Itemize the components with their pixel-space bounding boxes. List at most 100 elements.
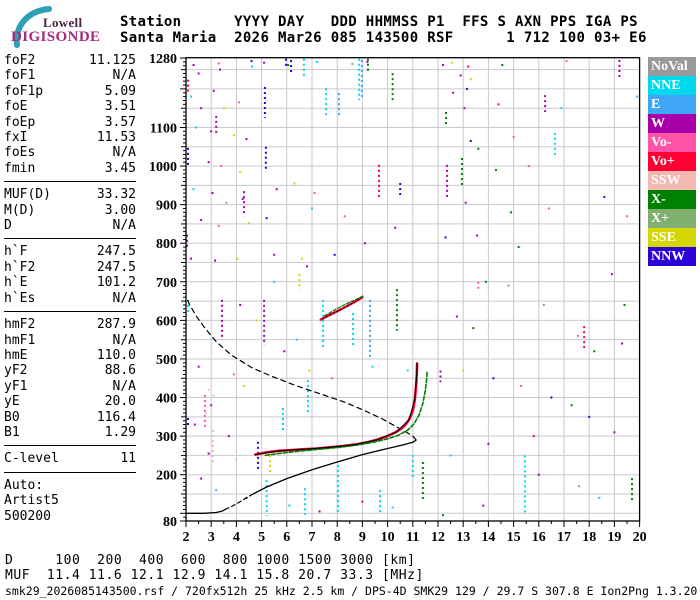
echo-dot (212, 89, 215, 92)
echo-dot (613, 431, 616, 434)
y-axis-label: 700 (156, 276, 177, 291)
y-axis-label: 800 (156, 237, 177, 252)
x-axis-label: 17 (557, 530, 571, 545)
echo-dot (510, 211, 513, 214)
echo-dot (305, 265, 308, 268)
echo-dot (547, 207, 550, 210)
echo-dot (211, 192, 214, 195)
echo-dot (517, 246, 520, 249)
echo-dot (351, 62, 354, 65)
echo-dot (295, 338, 298, 341)
echo-dot (343, 215, 346, 218)
echo-dot (455, 315, 458, 318)
echo-dot (200, 219, 203, 222)
echo-dot (232, 134, 235, 137)
echo-dot (501, 63, 504, 66)
y-axis-label: 600 (156, 314, 177, 329)
echo-dot (237, 101, 240, 104)
echo-dot (565, 60, 568, 63)
echo-dot (570, 404, 573, 407)
echo-dot (192, 188, 195, 191)
profile-topside-dashed-curve (185, 297, 417, 441)
echo-dot (255, 319, 258, 322)
second-hop-x-curve (323, 295, 365, 317)
echo-dot (459, 74, 462, 77)
echo-dot (210, 404, 213, 407)
y-axis-label: 400 (156, 392, 177, 407)
echo-dot (245, 138, 248, 141)
echo-dot (576, 334, 579, 337)
echo-dot (463, 107, 466, 110)
echo-dot (193, 423, 196, 426)
echo-dot (497, 103, 500, 106)
echo-dot (482, 504, 485, 507)
x-axis-label: 10 (381, 530, 395, 545)
echo-dot (623, 303, 626, 306)
echo-dot (363, 242, 366, 245)
x-axis-label: 14 (481, 530, 495, 545)
echo-dot (472, 327, 475, 330)
x-axis-label: 2 (183, 530, 190, 545)
echo-dot (236, 257, 239, 260)
y-axis-label: 1280 (149, 52, 177, 67)
echo-dot (219, 68, 222, 71)
echo-dot (492, 377, 495, 380)
echo-dot (220, 165, 223, 168)
echo-dot (467, 65, 470, 68)
echo-dot (462, 369, 465, 372)
echo-dot (484, 280, 487, 283)
echo-dot (273, 253, 276, 256)
y-axis-label: 900 (156, 199, 177, 214)
x-axis-label: 7 (309, 530, 316, 545)
echo-dot (195, 126, 198, 129)
echo-dot (603, 195, 606, 198)
ionogram-viewer: Lowell DIGISONDE Station YYYY DAY DDD HH… (0, 0, 700, 600)
echo-dot (288, 504, 291, 507)
profile-E-solid-curve (185, 508, 226, 514)
x-axis-label: 8 (334, 530, 341, 545)
echo-dot (442, 63, 445, 66)
echo-dot (391, 506, 394, 509)
echo-dot (512, 136, 515, 139)
echo-dot (212, 394, 215, 397)
echo-dot (265, 217, 268, 220)
echo-dot (636, 95, 639, 98)
echo-dot (537, 473, 540, 476)
profile-valley-dashed-curve (224, 494, 253, 510)
echo-dot (620, 342, 623, 345)
echo-dot (520, 384, 523, 387)
x-axis-label: 3 (208, 530, 215, 545)
x-axis-label: 16 (532, 530, 546, 545)
echo-dot (275, 188, 278, 191)
ionogram-plot: 1280 1100 1000 900 800 700 600 500 400 300 200 80 2 3… (149, 52, 647, 545)
echo-dot (239, 303, 242, 306)
echo-dot (225, 201, 228, 204)
echo-dot (476, 234, 479, 237)
echo-dot (316, 60, 319, 63)
echo-dot (293, 182, 296, 185)
y-axis-label: 80 (163, 515, 177, 530)
echo-dot (610, 273, 613, 276)
echo-dot (215, 489, 218, 492)
echo-dot (494, 168, 497, 171)
echo-dot (207, 452, 210, 455)
x-axis-label: 13 (456, 530, 470, 545)
x-axis-label: 18 (582, 530, 596, 545)
echo-dot (465, 87, 468, 90)
echo-dot (192, 63, 195, 66)
echo-dot (442, 514, 445, 517)
echo-dot (283, 350, 286, 353)
echo-dot (532, 435, 535, 438)
echo-dot (235, 458, 238, 461)
echo-dot (527, 165, 530, 168)
distance-row: D 100 200 400 600 800 1000 1500 3000 [km… (5, 553, 416, 568)
echo-dot (241, 197, 244, 200)
echo-dot (477, 147, 480, 150)
echo-dot (542, 303, 545, 306)
x-axis-label: 15 (507, 530, 521, 545)
echo-dot (200, 477, 203, 480)
x-axis-label: 5 (258, 530, 265, 545)
echo-dot (217, 62, 220, 65)
echo-dot (313, 192, 316, 195)
echo-dot (197, 365, 200, 368)
